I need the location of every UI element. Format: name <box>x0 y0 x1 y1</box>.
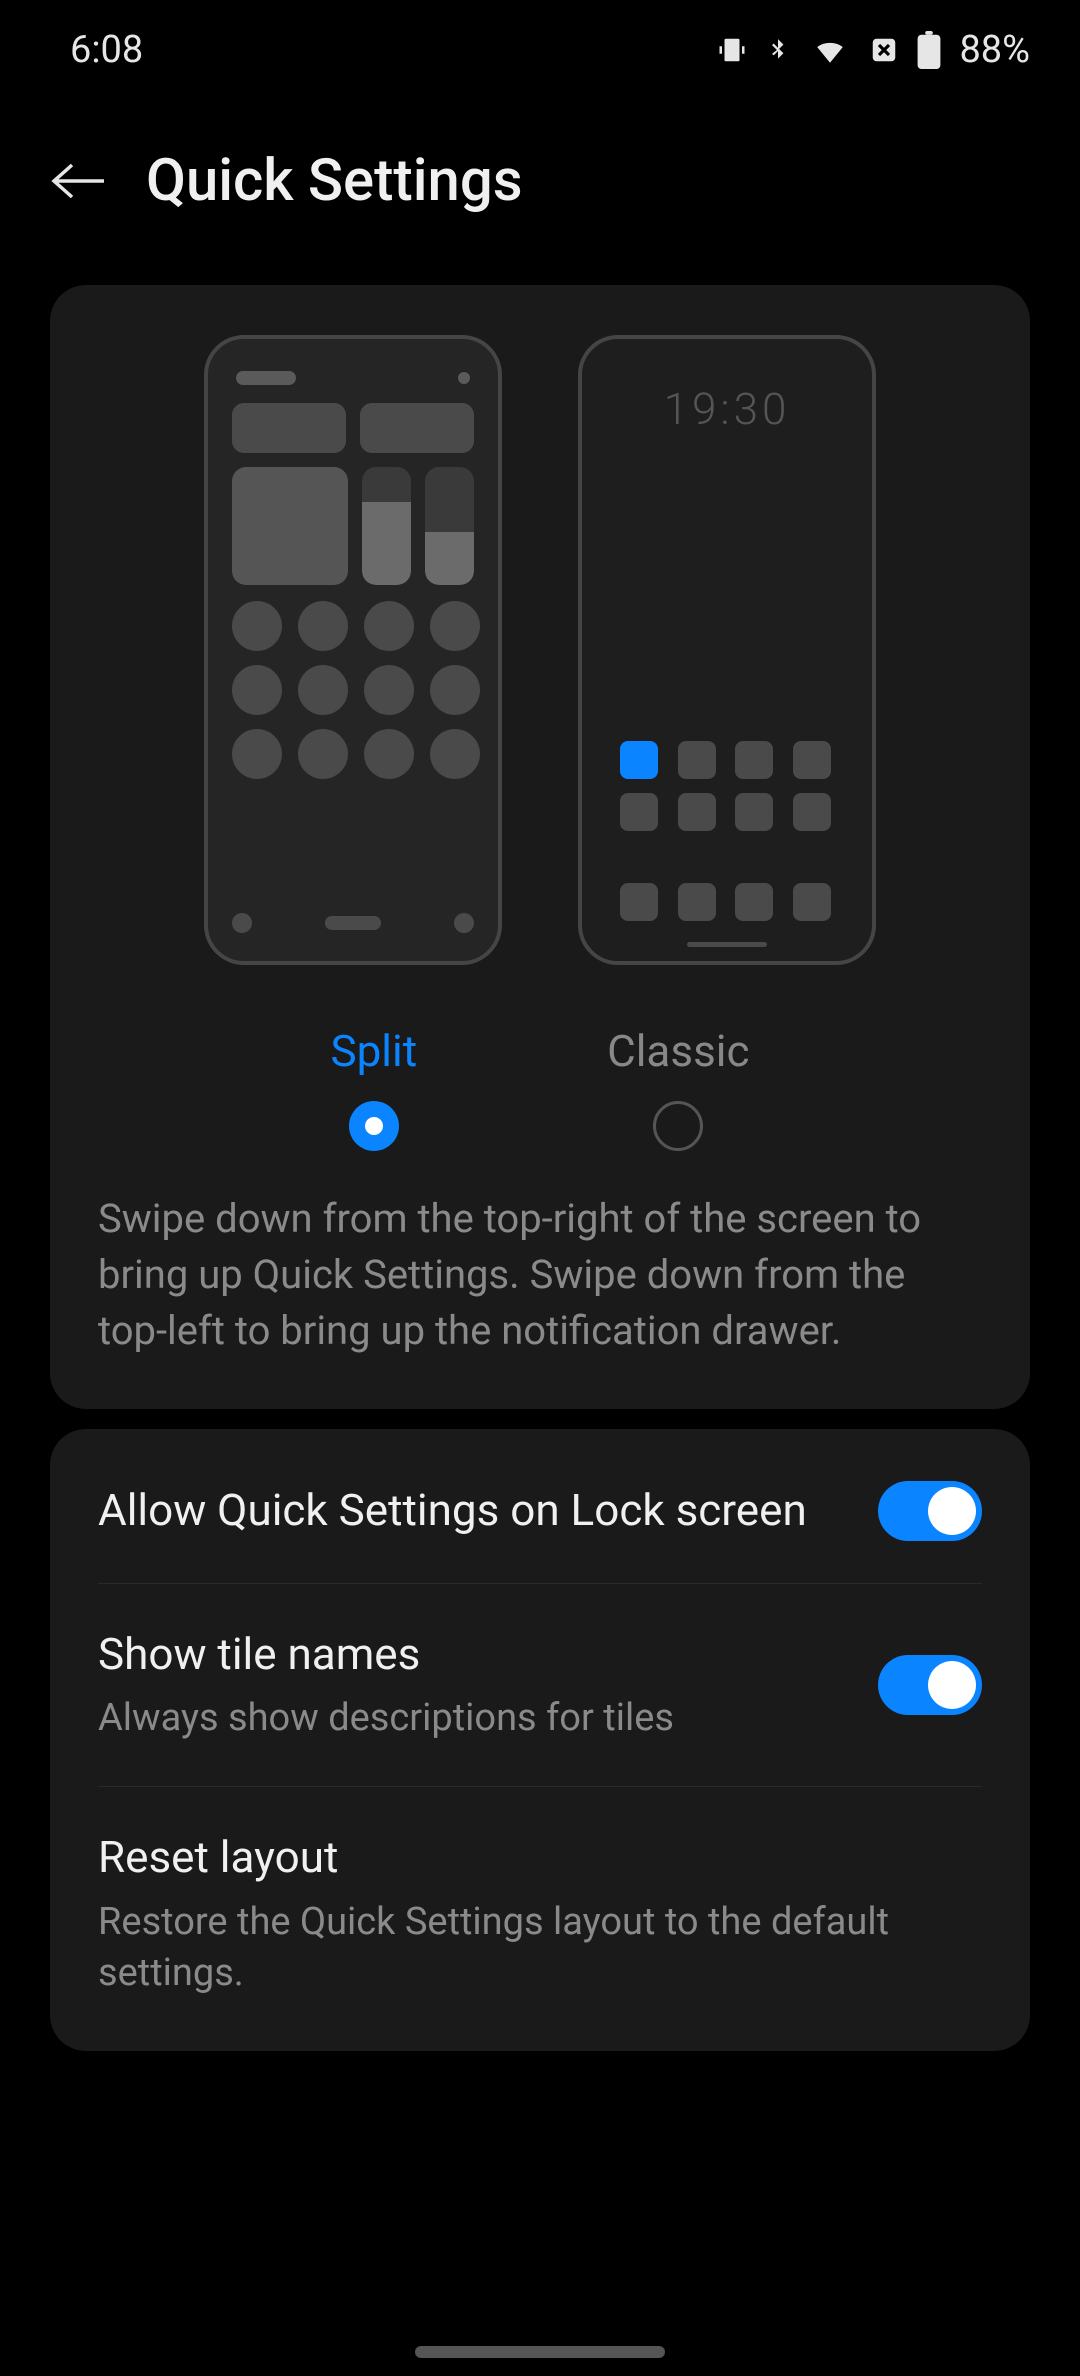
settings-card: Allow Quick Settings on Lock screen Show… <box>50 1429 1030 2051</box>
classic-preview-time: 19:30 <box>606 383 848 435</box>
radio-classic-label: Classic <box>607 1025 749 1077</box>
page-title: Quick Settings <box>146 147 523 215</box>
battery-percent: 88% <box>959 28 1030 72</box>
setting-reset-sub: Restore the Quick Settings layout to the… <box>98 1897 942 2000</box>
back-button[interactable] <box>50 153 106 209</box>
preview-classic[interactable]: 19:30 <box>578 335 876 965</box>
setting-tile-names[interactable]: Show tile names Always show descriptions… <box>98 1584 982 1786</box>
setting-lock-screen[interactable]: Allow Quick Settings on Lock screen <box>98 1439 982 1583</box>
setting-reset-layout[interactable]: Reset layout Restore the Quick Settings … <box>98 1787 982 2041</box>
radio-split-label: Split <box>330 1025 417 1077</box>
radio-split[interactable]: Split <box>330 1025 417 1151</box>
nav-handle[interactable] <box>415 2346 665 2358</box>
preview-split[interactable] <box>204 335 502 965</box>
setting-tile-names-sub: Always show descriptions for tiles <box>98 1693 838 1744</box>
wifi-icon <box>809 33 851 67</box>
bluetooth-icon <box>765 32 791 68</box>
battery-icon <box>917 31 941 69</box>
layout-card: 19:30 Split Classic Swipe down from the … <box>50 285 1030 1409</box>
setting-tile-names-title: Show tile names <box>98 1626 838 1683</box>
status-icons: 88% <box>717 28 1030 72</box>
radio-classic[interactable]: Classic <box>607 1025 749 1151</box>
radio-split-circle <box>349 1101 399 1151</box>
sim-error-icon <box>869 35 899 65</box>
layout-description: Swipe down from the top-right of the scr… <box>98 1191 982 1359</box>
toggle-lock-screen[interactable] <box>878 1481 982 1541</box>
vibrate-icon <box>717 33 747 67</box>
radio-classic-circle <box>653 1101 703 1151</box>
toggle-tile-names[interactable] <box>878 1655 982 1715</box>
setting-reset-title: Reset layout <box>98 1829 942 1886</box>
header: Quick Settings <box>0 92 1080 265</box>
status-time: 6:08 <box>70 28 143 72</box>
phone-previews: 19:30 <box>98 335 982 965</box>
layout-radio-group: Split Classic <box>98 1025 982 1151</box>
status-bar: 6:08 88% <box>0 0 1080 92</box>
setting-lock-screen-title: Allow Quick Settings on Lock screen <box>98 1482 838 1539</box>
